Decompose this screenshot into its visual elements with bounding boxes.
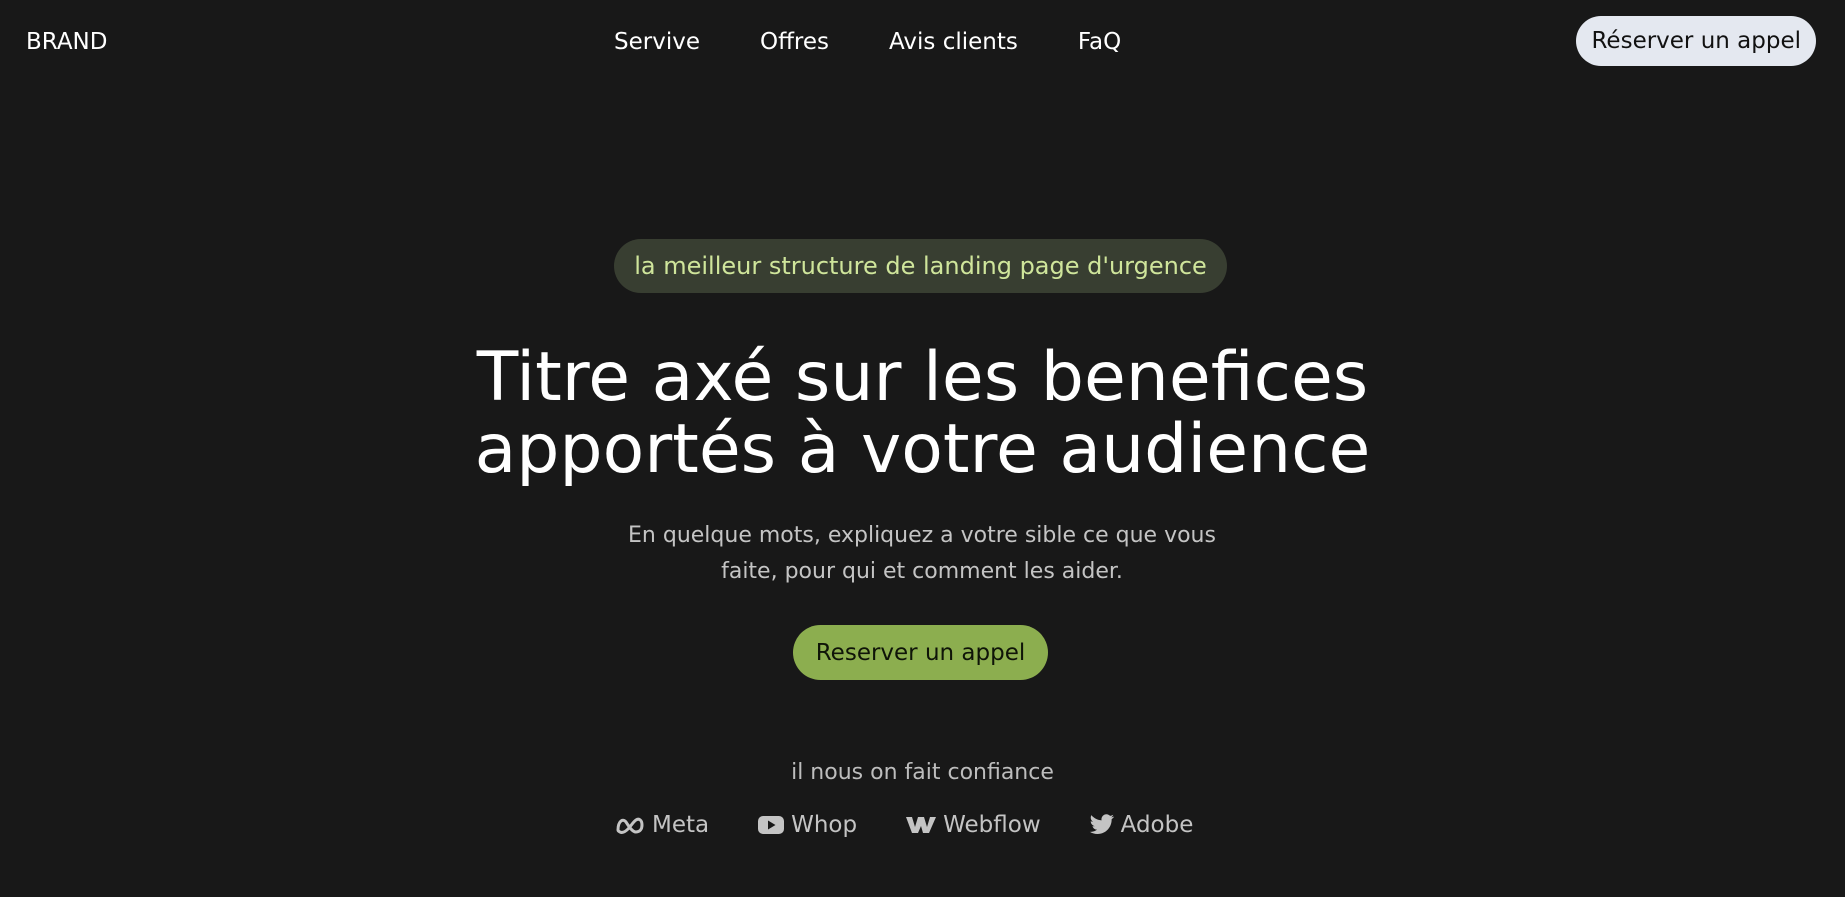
nav-link-offres[interactable]: Offres [760,29,829,55]
logo-adobe: Adobe [1089,812,1194,838]
hero-subtitle-line-2: faite, pour qui et comment les aider. [721,559,1123,584]
twitter-bird-icon [1089,814,1115,836]
hero-subtitle: En quelque mots, expliquez a votre sible… [622,518,1222,590]
top-nav: BRAND Servive Offres Avis clients FaQ Ré… [0,0,1845,84]
logo-adobe-label: Adobe [1120,812,1194,838]
hero-subtitle-line-1: En quelque mots, expliquez a votre sible… [628,523,1216,548]
hero-title-line-1: Titre axé sur les benefices [476,338,1369,417]
meta-icon [614,815,646,835]
hero-title: Titre axé sur les benefices apportés à v… [0,342,1845,486]
youtube-play-icon [757,815,785,835]
nav-links: Servive Offres Avis clients FaQ [614,29,1121,55]
logo-whop: Whop [757,812,857,838]
logo-whop-label: Whop [791,812,858,838]
nav-link-service[interactable]: Servive [614,29,700,55]
logo-webflow-label: Webflow [943,812,1041,838]
brand-logo[interactable]: BRAND [26,29,107,55]
landing-page: BRAND Servive Offres Avis clients FaQ Ré… [0,0,1845,897]
logo-meta-label: Meta [652,812,710,838]
hero-title-line-2: apportés à votre audience [474,410,1371,489]
hero-badge: la meilleur structure de landing page d'… [614,239,1227,293]
nav-link-avis-clients[interactable]: Avis clients [889,29,1018,55]
webflow-icon [905,815,937,835]
book-call-hero-button[interactable]: Reserver un appel [793,625,1048,680]
client-logos: Meta Whop Webflow Adobe [614,812,1193,838]
book-call-nav-button[interactable]: Réserver un appel [1576,16,1816,66]
logo-webflow: Webflow [905,812,1041,838]
logo-meta: Meta [614,812,709,838]
nav-link-faq[interactable]: FaQ [1078,29,1121,55]
trust-label: il nous on fait confiance [791,760,1054,785]
